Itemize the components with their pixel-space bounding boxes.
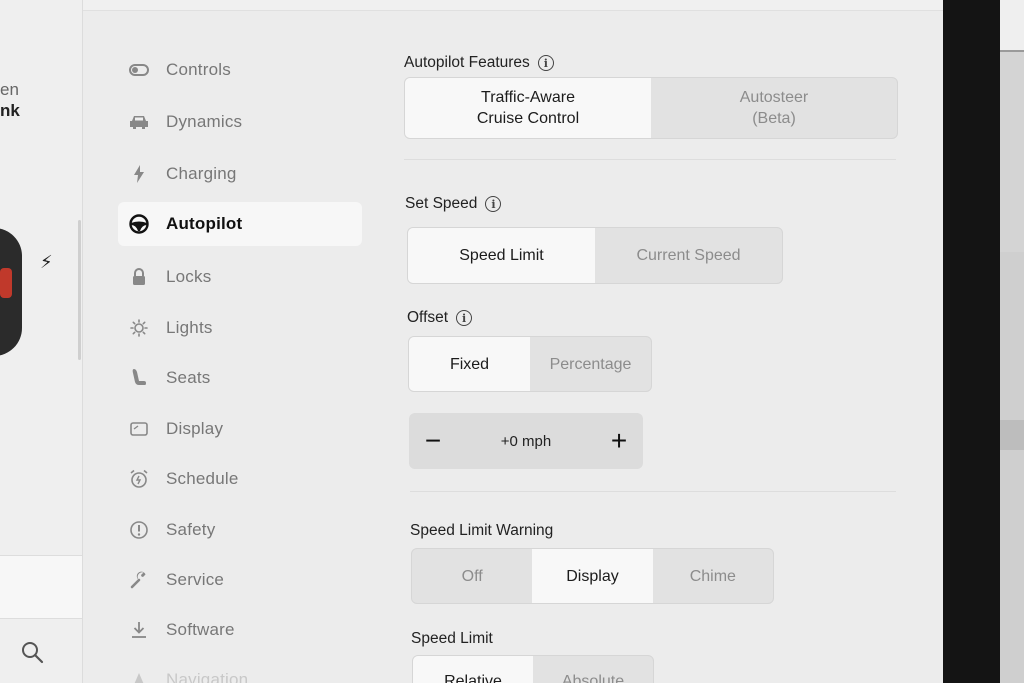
- bolt-icon: [128, 163, 150, 185]
- autopilot-features-selector: Traffic-Aware Cruise Control Autosteer (…: [404, 77, 898, 139]
- steering-wheel-icon: [128, 213, 150, 235]
- nav-label: Software: [166, 620, 235, 639]
- set-speed-title: Set Speed i: [405, 195, 502, 213]
- car-status-pane: en nk ⚡: [0, 0, 83, 683]
- option-absolute[interactable]: Absolute: [533, 656, 653, 683]
- set-speed-selector: Speed Limit Current Speed: [407, 227, 783, 284]
- nav-label: Locks: [166, 267, 212, 286]
- offset-value: +0 mph: [500, 432, 552, 450]
- section-title-text: Speed Limit: [411, 630, 493, 647]
- nav-label: Navigation: [166, 670, 249, 683]
- speed-limit-selector: Relative Absolute: [412, 655, 654, 683]
- option-off[interactable]: Off: [412, 549, 532, 603]
- wrench-icon: [128, 569, 150, 591]
- section-title-text: Speed Limit Warning: [410, 522, 554, 539]
- nav-item-schedule[interactable]: Schedule: [118, 457, 362, 501]
- nav-label: Controls: [166, 60, 231, 79]
- info-icon[interactable]: i: [485, 196, 502, 212]
- nav-item-autopilot[interactable]: Autopilot: [118, 202, 362, 246]
- touchscreen: en nk ⚡ Controls Dynamics Charging Autop…: [0, 0, 943, 683]
- car-image: [0, 228, 22, 356]
- background-edge: [1000, 0, 1024, 683]
- search-icon[interactable]: [20, 640, 44, 664]
- nav-item-charging[interactable]: Charging: [118, 152, 362, 196]
- option-chime[interactable]: Chime: [653, 549, 773, 603]
- seat-icon: [128, 367, 150, 389]
- nav-label: Autopilot: [166, 214, 243, 233]
- display-icon: [128, 418, 150, 440]
- divider: [410, 491, 896, 492]
- nav-item-dynamics[interactable]: Dynamics: [118, 100, 362, 144]
- option-relative[interactable]: Relative: [413, 656, 533, 683]
- quick-control-box[interactable]: [0, 555, 82, 619]
- nav-item-lights[interactable]: Lights: [118, 306, 362, 350]
- autopilot-settings: Autopilot Features i Traffic-Aware Cruis…: [404, 0, 924, 683]
- section-title-text: Set Speed: [405, 195, 478, 212]
- scrollbar[interactable]: [78, 220, 81, 360]
- alarm-clock-icon: [128, 468, 150, 490]
- nav-item-seats[interactable]: Seats: [118, 356, 362, 400]
- offset-stepper: − +0 mph +: [409, 413, 643, 469]
- nav-item-display[interactable]: Display: [118, 407, 362, 451]
- offset-selector: Fixed Percentage: [408, 336, 652, 392]
- section-title-text: Offset: [407, 309, 449, 326]
- nav-label: Service: [166, 570, 225, 589]
- nav-label: Safety: [166, 520, 216, 539]
- car-status-text-2: nk: [0, 101, 20, 120]
- car-icon: [128, 111, 150, 133]
- screen-bezel: [943, 0, 1003, 683]
- option-fixed[interactable]: Fixed: [409, 337, 530, 391]
- option-display[interactable]: Display: [532, 549, 653, 603]
- nav-item-software[interactable]: Software: [118, 608, 362, 652]
- nav-label: Dynamics: [166, 112, 243, 131]
- autopilot-features-title: Autopilot Features i: [404, 54, 554, 72]
- speed-limit-warning-selector: Off Display Chime: [411, 548, 774, 604]
- navigation-icon: [128, 669, 150, 683]
- nav-item-safety[interactable]: Safety: [118, 508, 362, 552]
- speed-limit-title: Speed Limit: [411, 630, 493, 648]
- nav-label: Schedule: [166, 469, 239, 488]
- nav-item-navigation[interactable]: Navigation: [118, 658, 362, 683]
- nav-label: Seats: [166, 368, 211, 387]
- charging-bolt-icon: ⚡: [40, 252, 53, 272]
- offset-title: Offset i: [407, 309, 473, 327]
- nav-item-service[interactable]: Service: [118, 558, 362, 602]
- nav-label: Display: [166, 419, 224, 438]
- section-title-text: Autopilot Features: [404, 54, 530, 71]
- nav-label: Charging: [166, 164, 237, 183]
- divider: [404, 159, 896, 160]
- decrease-button[interactable]: −: [411, 413, 455, 469]
- lock-icon: [128, 266, 150, 288]
- info-icon[interactable]: i: [456, 310, 473, 326]
- info-icon[interactable]: i: [537, 55, 554, 71]
- option-speed-limit[interactable]: Speed Limit: [408, 228, 595, 283]
- sun-icon: [128, 317, 150, 339]
- toggle-icon: [128, 59, 150, 81]
- nav-item-locks[interactable]: Locks: [118, 255, 362, 299]
- settings-nav: Controls Dynamics Charging Autopilot Loc…: [82, 0, 382, 683]
- option-current-speed[interactable]: Current Speed: [595, 228, 782, 283]
- alert-icon: [128, 519, 150, 541]
- option-traffic-aware-cruise-control[interactable]: Traffic-Aware Cruise Control: [405, 78, 651, 138]
- speed-limit-warning-title: Speed Limit Warning: [410, 522, 553, 540]
- option-percentage[interactable]: Percentage: [530, 337, 651, 391]
- nav-label: Lights: [166, 318, 213, 337]
- option-autosteer[interactable]: Autosteer (Beta): [651, 78, 897, 138]
- car-status-text-1: en: [0, 80, 19, 99]
- download-icon: [128, 619, 150, 641]
- increase-button[interactable]: +: [597, 413, 641, 469]
- nav-item-controls[interactable]: Controls: [118, 48, 362, 92]
